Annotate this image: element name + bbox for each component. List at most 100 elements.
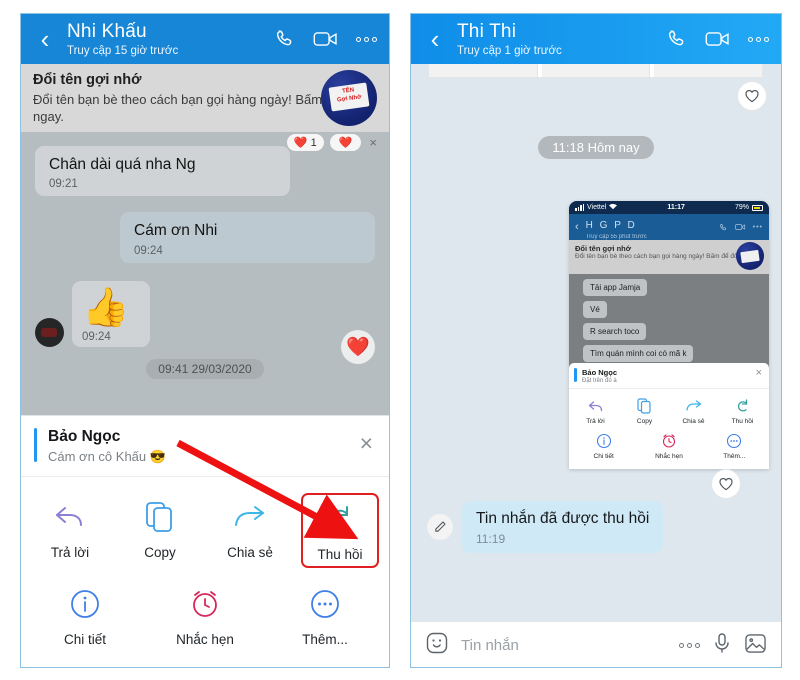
video-camera-icon[interactable] [705, 29, 731, 49]
close-icon[interactable]: × [756, 368, 762, 379]
nested-screenshot-attachment[interactable]: Viettel 11:17 79% ‹ H G P D Truy cập 55 … [569, 201, 769, 469]
pencil-icon[interactable] [427, 514, 453, 540]
nested-status-bar: Viettel 11:17 79% [569, 201, 769, 214]
nested-message: Tìm quán mình coi có mã k [583, 345, 694, 362]
recall-highlight-box: Thu hồi [301, 493, 379, 568]
action-recall[interactable]: Thu hồi [718, 397, 767, 425]
thumbs-up-sticker: 👍 [82, 286, 130, 329]
microphone-icon[interactable] [712, 632, 732, 659]
contact-name: Thi Thi [457, 21, 517, 43]
left-header-titles: Nhi Khấu Truy cập 15 giờ trước [67, 21, 274, 57]
nested-action-sheet: Bảo Ngọc Đặt trên đó à × Trả lời Copy Ch… [569, 363, 769, 469]
action-label: Thu hồi [731, 418, 754, 425]
info-circle-icon [571, 432, 636, 450]
recall-loop-icon [303, 499, 377, 539]
recall-message-bubble[interactable]: Tin nhắn đã được thu hồi 11:19 [462, 501, 664, 553]
more-circle-icon [702, 432, 767, 450]
nested-contact-name: H G P D [585, 219, 637, 231]
action-share[interactable]: Chia sẻ [205, 497, 295, 568]
right-header-actions [666, 28, 769, 50]
close-icon[interactable]: × [360, 432, 373, 455]
action-label: Trả lời [586, 418, 605, 425]
message-input[interactable]: Tin nhắn [461, 637, 667, 654]
nested-message-text: Tải app Jamja [590, 283, 641, 292]
reaction-count-pill[interactable]: ❤️ 1 [286, 134, 324, 151]
more-horizontal-icon[interactable] [356, 36, 377, 42]
floating-heart-reaction[interactable]: ❤️ [341, 330, 375, 364]
message-bubble-outgoing[interactable]: Cám ơn Nhi 09:24 [120, 212, 375, 263]
nested-sheet-row-2: Chi tiết Nhắc hẹn Thêm... [569, 427, 769, 469]
action-label: Copy [144, 545, 176, 560]
reaction-heart-pill[interactable]: ❤️ [329, 134, 362, 151]
action-label: Thêm... [723, 453, 746, 460]
sender-name: Bảo Ngọc [582, 368, 618, 377]
action-share[interactable]: Chia sẻ [669, 397, 718, 425]
nested-promo-title: Đổi tên gợi nhớ [575, 244, 632, 253]
back-icon[interactable]: ‹ [423, 26, 447, 52]
phone-icon[interactable] [666, 28, 688, 50]
action-more[interactable]: Thêm... [265, 584, 385, 647]
copy-icon [620, 397, 669, 415]
action-reminder[interactable]: Nhắc hẹn [145, 584, 265, 647]
timestamp-pill: 11:18 Hôm nay [538, 136, 654, 159]
nested-message-text: R search toco [590, 327, 640, 336]
heart-outline-icon[interactable] [711, 469, 741, 499]
copy-icon [115, 497, 205, 537]
phone-icon[interactable] [274, 28, 296, 50]
contact-status: Truy cập 15 giờ trước [67, 44, 179, 57]
action-sheet-info: Bảo Ngọc Cám ơn cô Khấu 😎 [48, 428, 360, 465]
action-label: Nhắc hẹn [655, 453, 683, 460]
action-more[interactable]: Thêm... [702, 432, 767, 460]
action-reminder[interactable]: Nhắc hẹn [636, 432, 701, 460]
nested-sheet-info: Bảo Ngọc Đặt trên đó à [582, 368, 756, 384]
action-label: Thêm... [302, 632, 348, 647]
action-reply[interactable]: Trả lời [571, 397, 620, 425]
message-composer: Tin nhắn [411, 621, 781, 667]
image-icon[interactable] [744, 633, 767, 659]
message-time: 09:24 [82, 330, 111, 343]
battery-icon [752, 204, 763, 211]
sticker-bubble[interactable]: 👍 09:24 [72, 280, 150, 347]
carrier-label: Viettel [587, 204, 607, 211]
recall-message-time: 11:19 [476, 532, 506, 546]
right-chat-header: ‹ Thi Thi Truy cập 1 giờ trước [411, 14, 781, 64]
close-icon[interactable]: × [367, 135, 379, 150]
left-message-list: Chân dài quá nha Ng 09:21 Cám ơn Nhi 09:… [21, 132, 389, 379]
nested-promo-desc: Đổi tên bạn bè theo cách bạn gọi hàng ng… [575, 253, 757, 260]
action-label: Chia sẻ [682, 418, 705, 425]
action-copy[interactable]: Copy [620, 397, 669, 425]
message-bubble-incoming[interactable]: Chân dài quá nha Ng 09:21 [35, 146, 290, 197]
rename-promo-banner[interactable]: Đổi tên gợi nhớ Đổi tên bạn bè theo cách… [21, 64, 389, 132]
right-chat-body: 11:18 Hôm nay Viettel 11:17 79% ‹ H G P … [411, 64, 781, 667]
reply-arrow-icon [571, 397, 620, 415]
action-reply[interactable]: Trả lời [25, 497, 115, 568]
wifi-icon [609, 203, 618, 212]
nested-header-actions: ••• [719, 223, 763, 232]
nested-message-text: Tìm quán mình coi có mã k [590, 349, 687, 358]
more-horizontal-icon[interactable] [679, 643, 700, 648]
action-copy[interactable]: Copy [115, 497, 205, 568]
more-horizontal-icon: ••• [752, 223, 763, 231]
action-details[interactable]: Chi tiết [25, 584, 145, 647]
nested-message: Tải app Jamja [583, 279, 648, 296]
battery-percent: 79% [734, 204, 749, 211]
nested-sheet-row-1: Trả lời Copy Chia sẻ Thu hồi [569, 389, 769, 427]
action-details[interactable]: Chi tiết [571, 432, 636, 460]
accent-bar [34, 428, 37, 462]
action-sheet-row-1: Trả lời Copy Chia sẻ Thu hồi [21, 477, 389, 572]
fav-row-top [411, 78, 781, 111]
video-camera-icon[interactable] [313, 29, 339, 49]
smiley-icon[interactable] [425, 631, 449, 660]
heart-outline-icon[interactable] [737, 81, 767, 111]
status-time: 11:17 [667, 204, 685, 211]
avatar[interactable] [35, 317, 64, 347]
back-icon[interactable]: ‹ [33, 26, 57, 52]
more-horizontal-icon[interactable] [748, 36, 769, 42]
video-camera-icon [734, 224, 745, 230]
left-header-actions [274, 28, 377, 50]
share-arrow-icon [669, 397, 718, 415]
action-label: Chi tiết [63, 632, 107, 647]
promo-logo: TÊN Gợi Nhớ [321, 70, 377, 126]
action-recall[interactable]: Thu hồi [295, 493, 385, 568]
message-preview: Đặt trên đó à [582, 378, 617, 384]
